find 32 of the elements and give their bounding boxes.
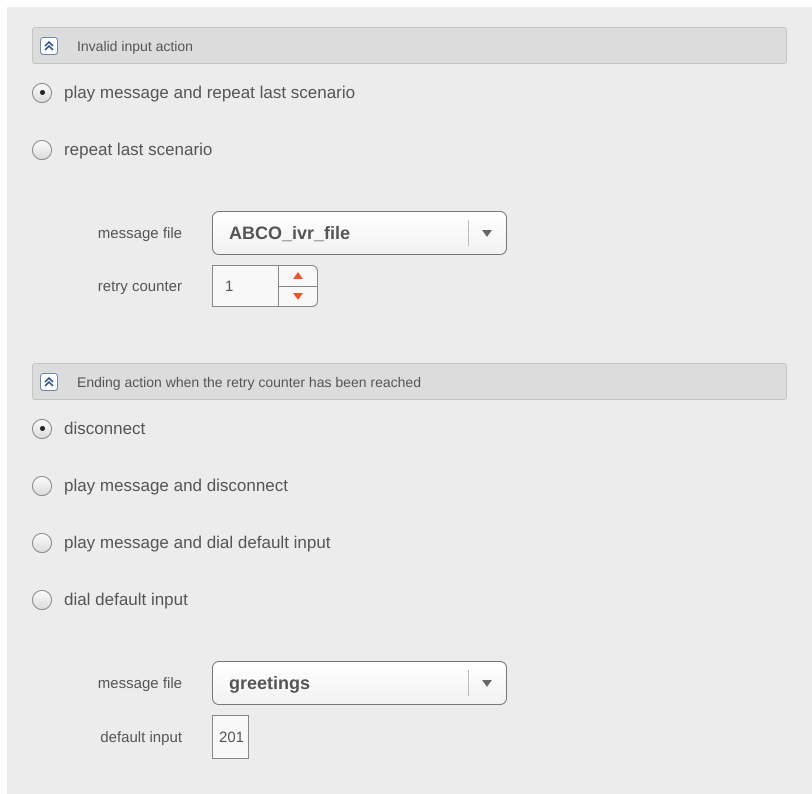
- radio-button[interactable]: [32, 82, 52, 102]
- field-label: message file: [96, 674, 182, 692]
- dropdown-value: greetings: [229, 672, 312, 694]
- field-label: retry counter: [96, 278, 182, 294]
- section-title: Ending action when the retry counter has been reached: [77, 374, 422, 390]
- triangle-up-icon: [293, 272, 303, 280]
- radio-button[interactable]: [32, 532, 52, 552]
- collapse-icon[interactable]: [40, 372, 58, 390]
- message-dropdown[interactable]: ABCO_ivr_file: [212, 211, 507, 255]
- input-field[interactable]: 201: [212, 715, 249, 759]
- option-label[interactable]: dial default input: [64, 590, 188, 610]
- dropdown-value: ABCO_ivr_file: [229, 222, 352, 244]
- message-dropdown[interactable]: greetings: [212, 661, 507, 705]
- number-field[interactable]: 1: [212, 265, 279, 307]
- caret-icon: [482, 230, 492, 236]
- option-label[interactable]: play message and disconnect: [64, 476, 288, 496]
- section-title: Invalid input action: [77, 38, 193, 54]
- radio-button[interactable]: [32, 418, 52, 438]
- field-label: default input: [99, 728, 182, 746]
- radio-button[interactable]: [32, 590, 52, 610]
- option-label[interactable]: play message and repeat last scenario: [64, 82, 356, 102]
- section-header[interactable]: Ending action when the retry counter has been reached: [32, 363, 787, 400]
- caret-icon: [482, 680, 492, 686]
- option-label[interactable]: play message and dial default input: [64, 532, 331, 552]
- section-header[interactable]: Invalid input action: [32, 27, 787, 64]
- radio-button[interactable]: [32, 140, 52, 160]
- field-label: message file: [96, 224, 182, 242]
- option-label[interactable]: repeat last scenario: [64, 140, 212, 160]
- radio-button[interactable]: [32, 476, 52, 496]
- collapse-icon[interactable]: [40, 36, 58, 54]
- option-label[interactable]: disconnect: [64, 418, 146, 438]
- triangle-down-icon: [293, 292, 303, 300]
